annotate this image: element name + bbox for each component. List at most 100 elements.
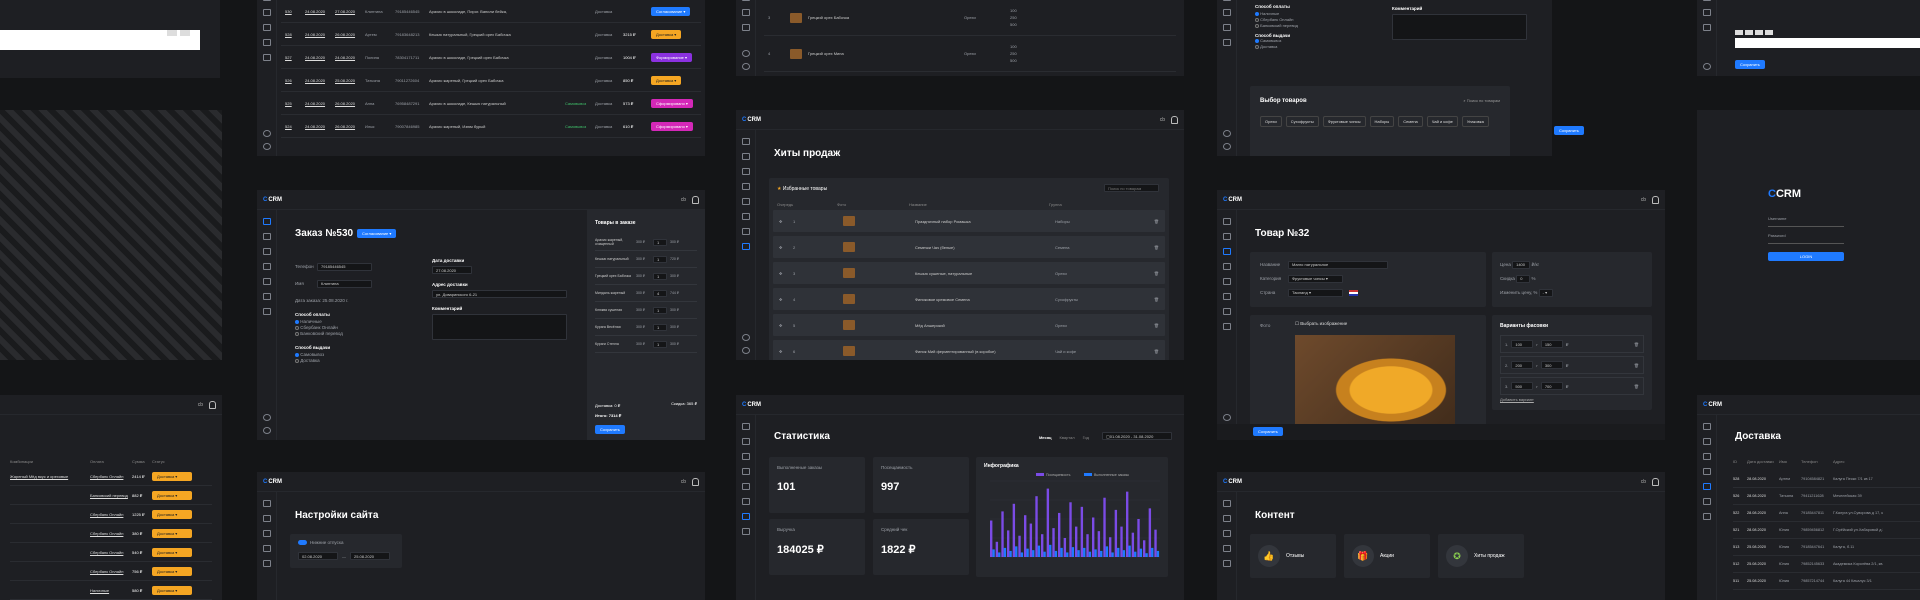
date-range[interactable]: ▢ 01.08.2020 - 31.08.2020 xyxy=(1102,432,1172,440)
delivery-id[interactable]: 513 xyxy=(1733,545,1747,549)
save-button[interactable]: Сохранить xyxy=(1554,126,1584,135)
table-row[interactable]: 521 28.08.2020 Юлия 79859456812 Г.Орёйский у… xyxy=(1733,522,1920,539)
status-badge[interactable]: Доставка ▾ xyxy=(651,75,682,85)
user-icon-5[interactable] xyxy=(692,477,699,486)
variant-weight[interactable]: 100 xyxy=(1511,340,1534,348)
drag-handle-icon[interactable]: ✥ xyxy=(779,323,793,328)
table-row[interactable]: Сбербанк Онлайн 540 ₽ Доставка ▾ xyxy=(10,543,212,562)
drag-handle-icon[interactable]: ✥ xyxy=(779,349,793,354)
order-save-button[interactable]: Сохранить xyxy=(595,425,625,434)
order-status-button[interactable]: Согласование ▾ xyxy=(357,229,397,238)
hit-row[interactable]: ✥ 1 Праздничный набор Ромашка Наборы 🗑 xyxy=(773,210,1165,232)
variant-weight[interactable]: 200 xyxy=(1511,361,1534,369)
trash-icon[interactable]: 🗑 xyxy=(1154,297,1159,302)
status-badge[interactable]: Доставка ▾ xyxy=(651,29,682,39)
table-row[interactable]: 3 Грецкий орех Бабочка Орехи 100 250 500 xyxy=(764,0,1176,36)
trash-icon[interactable]: 🗑 xyxy=(1634,363,1639,368)
phone-field[interactable]: 79185446545 xyxy=(317,262,372,271)
comment-field-2[interactable] xyxy=(432,314,567,340)
status-badge[interactable]: Формирование ▾ xyxy=(651,52,693,62)
trash-icon[interactable]: 🗑 xyxy=(1634,384,1639,389)
delivery-date[interactable]: 25.08.2020 xyxy=(1747,579,1779,583)
trash-icon[interactable]: 🗑 xyxy=(1154,271,1159,276)
order-desc[interactable]: Жареный Мёд вкус и ореховые xyxy=(10,474,90,479)
table-row[interactable]: 511 25.08.2020 Юлия 79857214744 Калуга 44 Ка… xyxy=(1733,573,1920,590)
delivery-date[interactable]: 28.08.2020 xyxy=(1747,477,1779,481)
product-save-button[interactable]: Сохранить xyxy=(1253,427,1283,436)
country-select[interactable]: Таиланд ▾ xyxy=(1288,289,1343,297)
delivery-date[interactable]: 25.08.2020 xyxy=(1747,545,1779,549)
goods-search[interactable]: ⌕ Поиск по товарам xyxy=(1463,98,1500,103)
order-id[interactable]: 524 xyxy=(285,124,299,129)
drag-handle-icon[interactable]: ✥ xyxy=(779,245,793,250)
trash-icon[interactable]: 🗑 xyxy=(1154,245,1159,250)
content-item[interactable]: 👍 Отзывы xyxy=(1250,534,1336,578)
vacation-to[interactable]: 25.08.2020 xyxy=(350,552,390,560)
content-item[interactable]: ✪ Хиты продаж xyxy=(1438,534,1524,578)
period-tab[interactable]: Месяц xyxy=(1039,435,1052,440)
drag-handle-icon[interactable]: ✥ xyxy=(779,297,793,302)
status-badge[interactable]: Сформировано ▾ xyxy=(651,98,693,108)
status-badge[interactable]: Сформировано ▾ xyxy=(651,121,693,131)
period-tab[interactable]: Квартал xyxy=(1060,435,1075,440)
category-chip[interactable]: Фруктовые чипсы xyxy=(1322,116,1366,127)
address-field[interactable]: ул. Доваринского 6-21 xyxy=(432,290,567,298)
hit-row[interactable]: ✥ 2 Семечки Чач (белые) Семена 🗑 xyxy=(773,236,1165,258)
table-row[interactable]: 4 Грецкий орех Мина Орехи 100 250 500 xyxy=(764,36,1176,72)
delivery-date[interactable]: 28.08.2020 xyxy=(1747,528,1779,532)
login-input[interactable] xyxy=(1768,221,1844,227)
category-chip[interactable]: Наборы xyxy=(1369,116,1395,127)
choose-image-button[interactable]: ☐ Выбрать изображение xyxy=(1295,321,1347,327)
user-icon-4[interactable] xyxy=(209,400,216,409)
name-field[interactable]: Клинтина xyxy=(317,279,372,288)
delivery-date[interactable]: 28.08.2020 xyxy=(1747,511,1779,515)
order-id[interactable]: 526 xyxy=(285,78,299,83)
hit-row[interactable]: ✥ 6 Финик Мий ферментированный (в коробке)… xyxy=(773,340,1165,360)
category-chip[interactable]: Упаковка xyxy=(1461,116,1489,127)
table-row[interactable]: Жареный Мёд вкус и ореховые Сбербанк Онла… xyxy=(10,467,212,486)
variant-weight[interactable]: 500 xyxy=(1511,382,1534,390)
comment-field[interactable] xyxy=(1392,14,1527,40)
radio-option[interactable]: Банковский перевод xyxy=(1255,23,1298,29)
category-chip[interactable]: Орехи xyxy=(1260,116,1282,127)
table-row[interactable]: 512 25.08.2020 Юлия 79852145633 Академика Ко… xyxy=(1733,556,1920,573)
delivery-date-field[interactable]: 27.08.2020 xyxy=(432,266,472,274)
status-badge[interactable]: Доставка ▾ xyxy=(152,566,192,576)
item-qty[interactable]: 1 xyxy=(653,272,667,280)
delivery-id[interactable]: 511 xyxy=(1733,579,1747,583)
item-qty[interactable]: 1 xyxy=(653,255,667,263)
table-row[interactable]: 526 24.08.2020 25.08.2020 Татьяна 7901127260… xyxy=(281,69,701,92)
change-field[interactable]: - ▾ xyxy=(1538,289,1553,297)
table-row[interactable]: Сбербанк Онлайн 1225 ₽ Доставка ▾ xyxy=(10,505,212,524)
save-button-2[interactable]: Сохранить xyxy=(1735,60,1765,69)
table-row[interactable]: 522 28.08.2020 Анна 79185447811 Г.Калуга ул.… xyxy=(1733,505,1920,522)
table-row[interactable]: 513 25.08.2020 Юлия 79185447641 Калуга, б.11 xyxy=(1733,539,1920,556)
delivery-id[interactable]: 512 xyxy=(1733,562,1747,566)
table-row[interactable]: 528 24.08.2020 26.08.2020 Артем 79183648213 К… xyxy=(281,23,701,46)
table-row[interactable]: 528 28.08.2020 Артем 79104584821 Калуга Песк… xyxy=(1733,471,1920,488)
hit-row[interactable]: ✥ 4 Финиковое кремовое Семена Сухофрукты 🗑 xyxy=(773,288,1165,310)
trash-icon[interactable]: 🗑 xyxy=(1154,219,1159,224)
period-tab[interactable]: Год xyxy=(1083,435,1089,440)
item-qty[interactable]: 1 xyxy=(653,238,667,246)
order-id[interactable]: 528 xyxy=(285,32,299,37)
order-id[interactable]: 525 xyxy=(285,101,299,106)
table-row[interactable]: 527 24.08.2020 24.08.2020 Полина 78304171711… xyxy=(281,46,701,69)
category-chip[interactable]: Семена xyxy=(1398,116,1423,127)
status-badge[interactable]: Согласование ▾ xyxy=(651,6,691,16)
discount-field[interactable]: 0 xyxy=(1516,275,1531,283)
variant-price[interactable]: 300 xyxy=(1540,361,1563,369)
table-row[interactable]: 530 24.08.2020 27.08.2020 Клинтина 791854465… xyxy=(281,0,701,23)
status-badge[interactable]: Доставка ▾ xyxy=(152,490,192,500)
category-select[interactable]: Фруктовые чипсы ▾ xyxy=(1288,275,1343,283)
table-row[interactable]: Сбербанк Онлайн 380 ₽ Доставка ▾ xyxy=(10,524,212,543)
delivery-id[interactable]: 526 xyxy=(1733,494,1747,498)
status-badge[interactable]: Доставка ▾ xyxy=(152,471,192,481)
password-input[interactable] xyxy=(1768,238,1844,244)
table-row[interactable]: 525 24.08.2020 26.08.2020 Анна 76958487291 Ар… xyxy=(281,92,701,115)
price-field[interactable]: 1400 xyxy=(1512,261,1531,269)
trash-icon[interactable]: 🗑 xyxy=(1634,342,1639,347)
item-qty[interactable]: 4 xyxy=(653,289,667,297)
radio-option[interactable]: Доставка xyxy=(295,358,343,364)
delivery-id[interactable]: 522 xyxy=(1733,511,1747,515)
